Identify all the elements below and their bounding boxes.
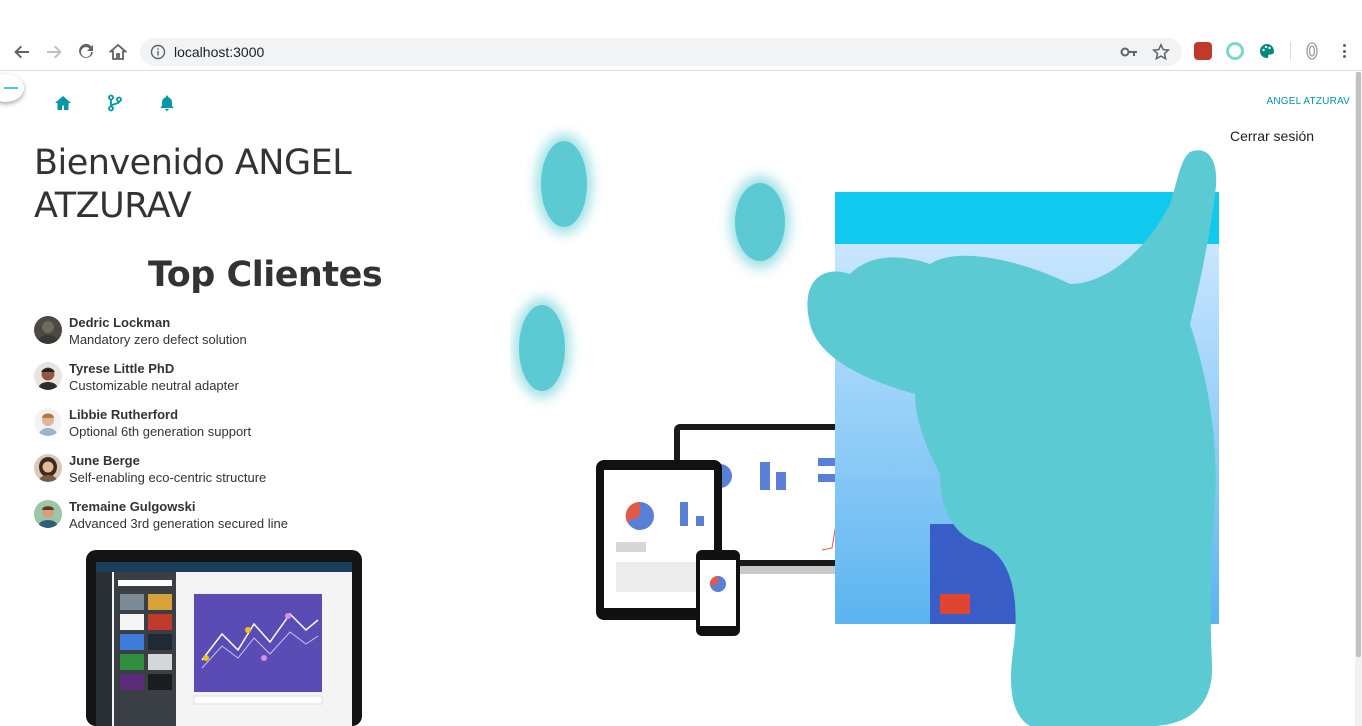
home-button-icon[interactable]	[106, 40, 130, 64]
browser-chrome: localhost:3000	[0, 0, 1362, 71]
extension-red-icon[interactable]	[1194, 42, 1212, 60]
avatar	[34, 454, 62, 482]
client-description: Advanced 3rd generation secured line	[69, 516, 288, 531]
avatar	[34, 316, 62, 344]
scrollbar-thumb[interactable]	[1356, 72, 1361, 657]
top-clients-list: Dedric Lockman Mandatory zero defect sol…	[34, 314, 394, 544]
list-item[interactable]: June Berge Self-enabling eco-centric str…	[34, 452, 394, 498]
client-name: Tremaine Gulgowski	[69, 499, 196, 514]
logout-link[interactable]: Cerrar sesión	[1230, 128, 1314, 144]
address-bar[interactable]: localhost:3000	[140, 38, 1182, 66]
laptop-illustration	[86, 550, 362, 726]
website-illustration	[514, 134, 1219, 726]
list-item[interactable]: Libbie Rutherford Optional 6th generatio…	[34, 406, 394, 452]
extension-circle-icon[interactable]	[1226, 42, 1244, 60]
client-name: Tyrese Little PhD	[69, 361, 175, 376]
info-icon[interactable]	[150, 44, 166, 60]
client-name: June Berge	[69, 453, 140, 468]
list-item[interactable]: Tremaine Gulgowski Advanced 3rd generati…	[34, 498, 394, 544]
bell-icon[interactable]	[158, 94, 176, 112]
key-icon[interactable]	[1120, 44, 1138, 60]
forward-icon[interactable]	[42, 40, 66, 64]
bookmark-star-icon[interactable]	[1151, 42, 1171, 61]
top-clients-title: Top Clientes	[148, 255, 383, 295]
client-description: Self-enabling eco-centric structure	[69, 470, 267, 485]
client-description: Customizable neutral adapter	[69, 378, 239, 393]
app-logo[interactable]	[0, 74, 24, 102]
avatar	[34, 500, 62, 528]
reload-icon[interactable]	[74, 40, 98, 64]
home-icon[interactable]	[54, 94, 72, 112]
client-description: Optional 6th generation support	[69, 424, 252, 439]
avatar	[34, 408, 62, 436]
toolbar-separator	[1290, 42, 1291, 60]
client-name: Dedric Lockman	[69, 315, 171, 330]
client-name: Libbie Rutherford	[69, 407, 179, 422]
page-scrollbar[interactable]	[1355, 72, 1362, 726]
client-description: Mandatory zero defect solution	[69, 332, 247, 347]
avatar	[34, 362, 62, 390]
back-icon[interactable]	[10, 40, 34, 64]
list-item[interactable]: Tyrese Little PhD Customizable neutral a…	[34, 360, 394, 406]
palette-icon[interactable]	[1258, 42, 1276, 60]
url-text[interactable]: localhost:3000	[174, 44, 264, 60]
welcome-heading: Bienvenido ANGEL ATZURAV	[34, 143, 352, 226]
fingerprint-icon[interactable]	[1303, 42, 1321, 60]
list-item[interactable]: Dedric Lockman Mandatory zero defect sol…	[34, 314, 394, 360]
browser-menu-icon[interactable]	[1338, 41, 1350, 61]
page-viewport: ANGEL ATZURAV Cerrar sesión Bienvenido A…	[0, 72, 1355, 726]
branch-icon[interactable]	[106, 94, 124, 112]
user-name-link[interactable]: ANGEL ATZURAV	[1266, 96, 1350, 107]
